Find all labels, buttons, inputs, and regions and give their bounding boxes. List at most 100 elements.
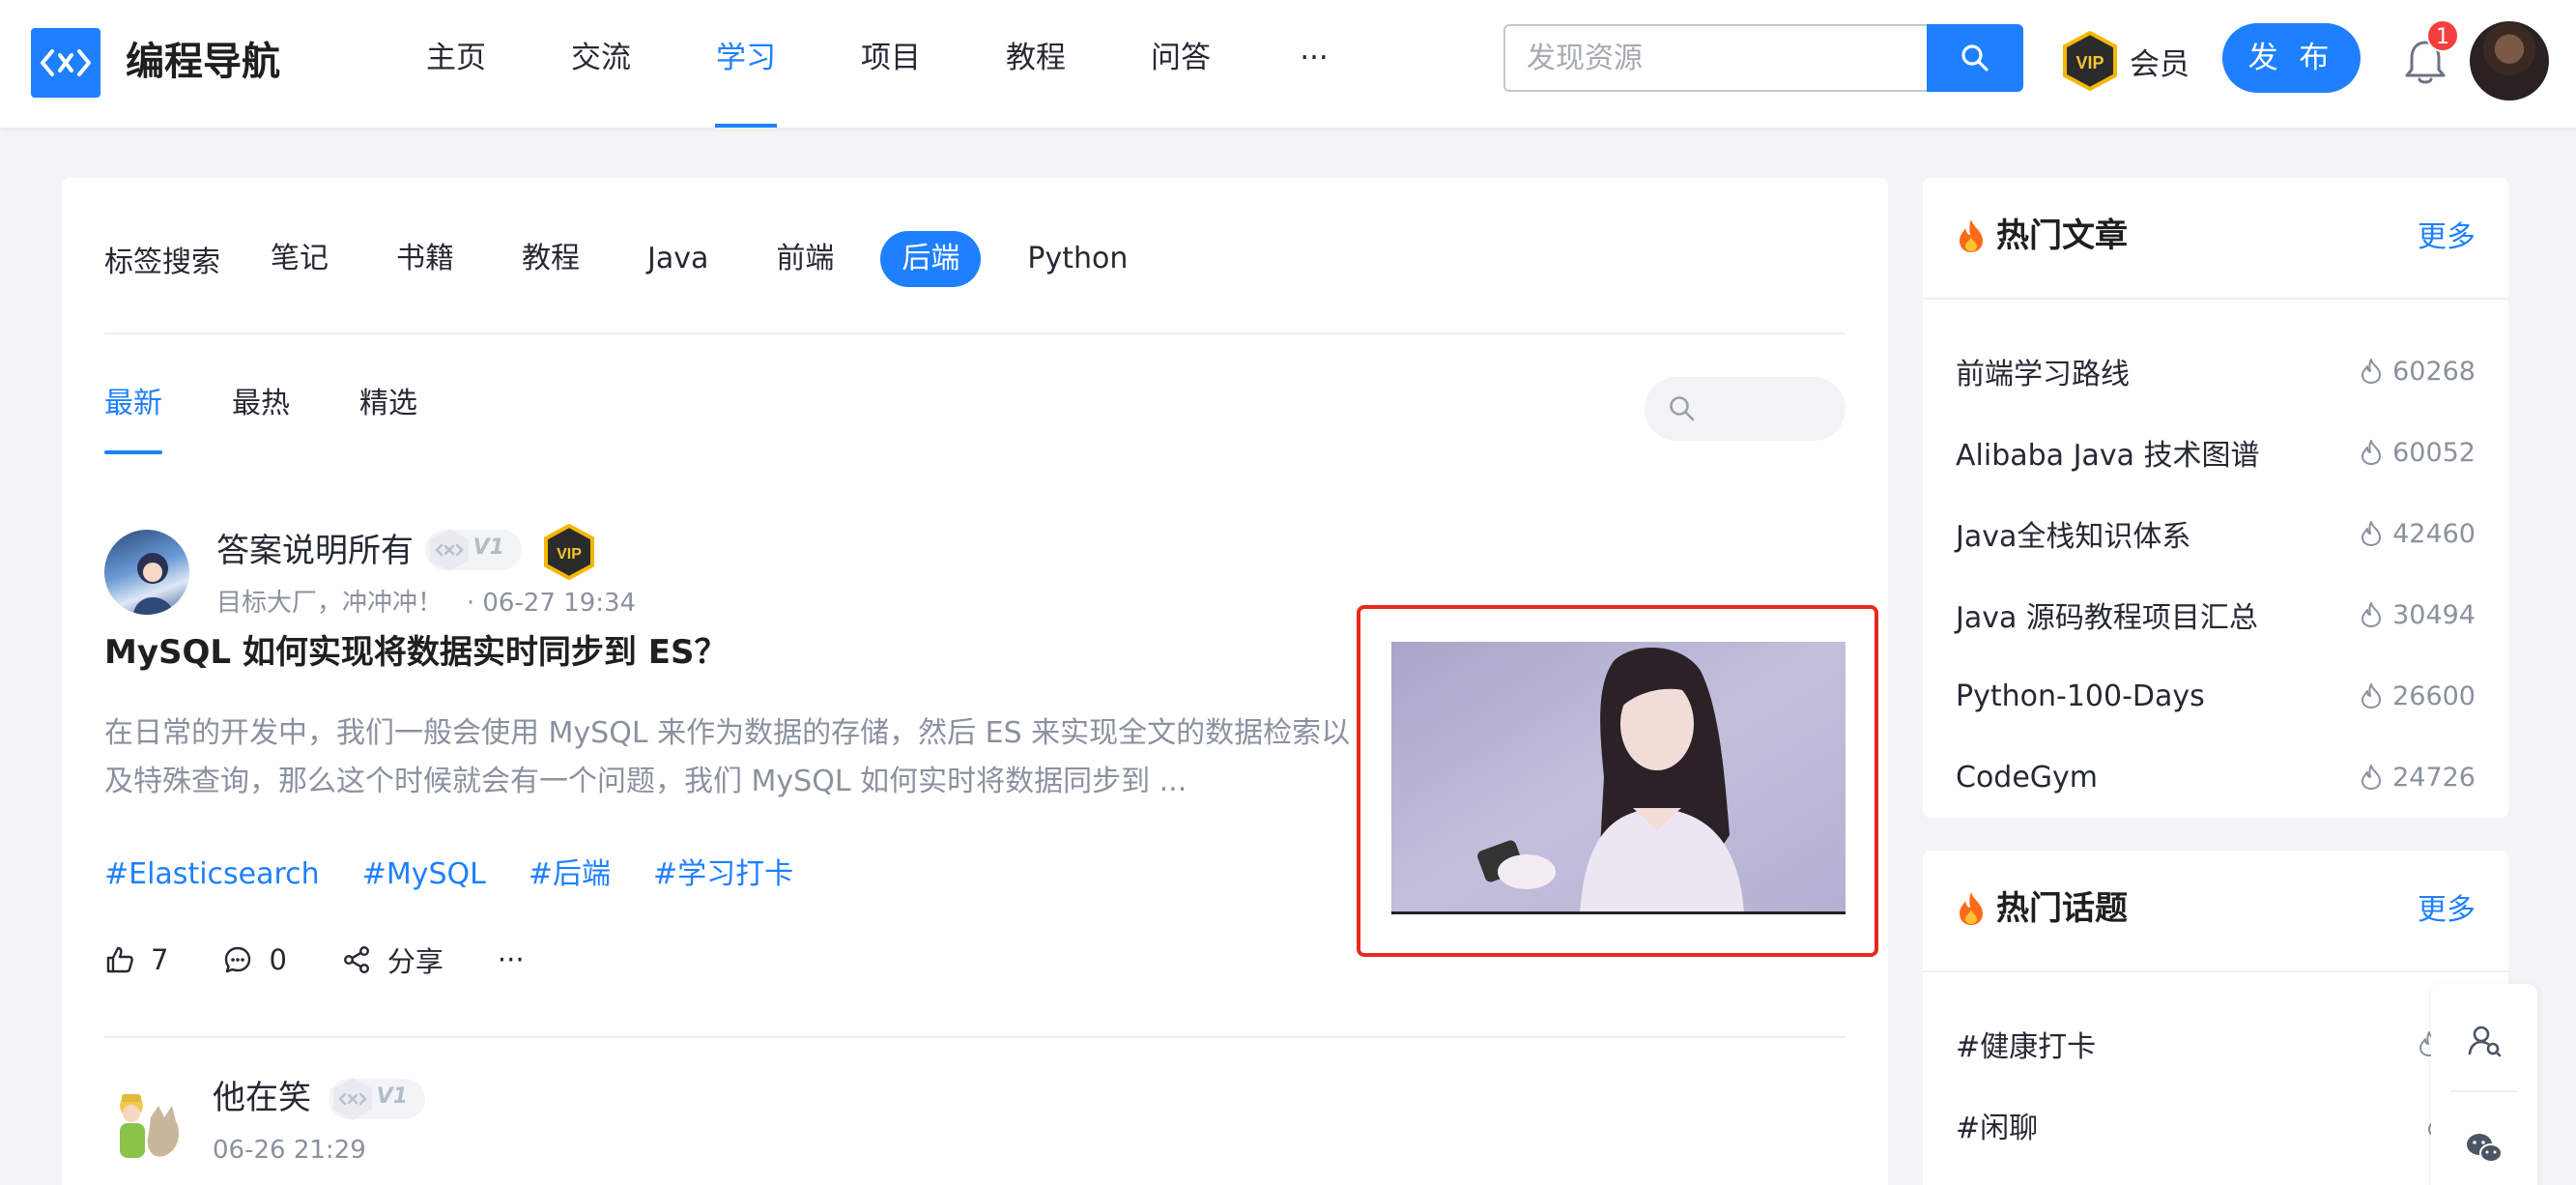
- tab-hottest[interactable]: 最热: [232, 375, 290, 454]
- hot-count: 24726: [2360, 763, 2476, 793]
- search-icon: [1670, 396, 1695, 421]
- like-button[interactable]: 7: [104, 943, 168, 976]
- list-item[interactable]: #闲聊 4: [1956, 1084, 2476, 1166]
- hot-count: 26600: [2360, 681, 2476, 711]
- level-badge: V1: [329, 1078, 425, 1120]
- vip-badge-icon: VIP: [2063, 31, 2117, 91]
- search-icon: [1961, 44, 1989, 72]
- article-tag-link[interactable]: #MySQL: [362, 851, 486, 899]
- nav-item-projects[interactable]: 项目: [860, 0, 922, 128]
- hot-articles-title: 热门文章: [1956, 213, 2128, 259]
- tag-search-label: 标签搜索: [104, 246, 220, 279]
- post-time: 06-26 21:29: [213, 1136, 366, 1165]
- tag-books[interactable]: 书籍: [375, 231, 475, 287]
- tab-featured[interactable]: 精选: [359, 375, 417, 454]
- vip-member-link[interactable]: VIP 会员: [2062, 29, 2190, 93]
- author-avatar[interactable]: [104, 1079, 189, 1164]
- wechat-icon: [2467, 1134, 2503, 1163]
- author-avatar[interactable]: [104, 530, 189, 615]
- tag-notes[interactable]: 笔记: [249, 231, 350, 287]
- sort-tabs: 最新 最热 精选: [104, 375, 487, 454]
- comment-icon: [225, 946, 251, 973]
- article-thumbnail[interactable]: [1391, 642, 1846, 914]
- hot-topics-title: 热门话题: [1956, 885, 2128, 932]
- logo-icon[interactable]: [31, 28, 100, 98]
- tag-python[interactable]: Python: [1006, 231, 1149, 287]
- list-item[interactable]: #健康打卡 1:: [1956, 1003, 2476, 1084]
- nav-item-home[interactable]: 主页: [425, 0, 487, 128]
- hot-topic-title: #闲聊: [1956, 1112, 2039, 1145]
- nav-more-button[interactable]: ···: [1295, 0, 1333, 128]
- share-label: 分享: [386, 945, 444, 978]
- divider: [104, 1036, 1846, 1038]
- hot-count: 60052: [2360, 438, 2476, 468]
- thumbs-up-icon: [106, 946, 133, 973]
- author-name[interactable]: 他在笑: [213, 1075, 311, 1121]
- nav-item-tutorials[interactable]: 教程: [1005, 0, 1067, 128]
- hot-topic-title: #健康打卡: [1956, 1030, 2097, 1064]
- tag-java[interactable]: Java: [626, 231, 730, 287]
- article-tag-link[interactable]: #学习打卡: [653, 851, 793, 899]
- top-header: 编程导航 主页 交流 学习 项目 教程 问答 ··· VIP 会员 发 布 1: [0, 0, 2576, 128]
- list-item[interactable]: Alibaba Java 技术图谱 60052: [1956, 412, 2476, 493]
- article-summary[interactable]: 在日常的开发中，我们一般会使用 MySQL 来作为数据的存储，然后 ES 来实现…: [104, 709, 1360, 806]
- list-item[interactable]: CodeGym 24726: [1956, 737, 2476, 818]
- article-actions: 7 0 分享 ···: [104, 936, 579, 984]
- flame-outline-icon: [2361, 765, 2382, 790]
- hot-topics-card: 热门话题 更多 #健康打卡 1: #闲聊 4: [1923, 851, 2508, 1185]
- hot-count: 42460: [2360, 519, 2476, 549]
- share-button[interactable]: 分享: [341, 939, 444, 980]
- user-avatar[interactable]: [2470, 21, 2549, 101]
- floating-toolbar: [2431, 984, 2537, 1185]
- hot-article-title: Java 源码教程项目汇总: [1956, 601, 2258, 635]
- nav-item-community[interactable]: 交流: [570, 0, 632, 128]
- main-nav: 主页 交流 学习 项目 教程 问答 ···: [425, 0, 1333, 128]
- hot-articles-more-link[interactable]: 更多: [2418, 215, 2476, 261]
- find-user-button[interactable]: [2431, 992, 2537, 1088]
- svg-text:VIP: VIP: [2075, 53, 2104, 72]
- divider: [1923, 970, 2508, 972]
- tag-backend[interactable]: 后端: [880, 231, 982, 287]
- more-actions-button[interactable]: ···: [498, 943, 525, 976]
- vip-badge-icon: VIP: [544, 524, 594, 580]
- list-item[interactable]: Python-100-Days 26600: [1956, 655, 2476, 737]
- tag-frontend[interactable]: 前端: [755, 231, 855, 287]
- divider: [2450, 1090, 2518, 1092]
- notification-count-badge: 1: [2426, 19, 2459, 52]
- article-tag-link[interactable]: #后端: [529, 851, 611, 899]
- tag-tutorials[interactable]: 教程: [501, 231, 601, 287]
- list-item[interactable]: Java全栈知识体系 42460: [1956, 493, 2476, 574]
- flame-outline-icon: [2361, 683, 2382, 708]
- site-name[interactable]: 编程导航: [126, 35, 280, 89]
- flame-outline-icon: [2361, 521, 2382, 546]
- article-tag-link[interactable]: #Elasticsearch: [104, 851, 320, 899]
- hot-article-title: CodeGym: [1956, 760, 2099, 795]
- list-item[interactable]: Java 源码教程项目汇总 30494: [1956, 574, 2476, 655]
- post-time: · 06-27 19:34: [466, 589, 637, 618]
- hot-topics-more-link[interactable]: 更多: [2418, 887, 2476, 934]
- divider: [1923, 298, 2508, 300]
- search-button[interactable]: [1927, 24, 2023, 92]
- like-count: 7: [151, 943, 169, 976]
- wechat-button[interactable]: [2431, 1100, 2537, 1185]
- author-meta: 目标大厂，冲冲冲！ · 06-27 19:34: [216, 586, 636, 621]
- article-title[interactable]: MySQL 如何实现将数据实时同步到 ES？: [104, 628, 1360, 677]
- feed-search-input[interactable]: [1645, 377, 1846, 441]
- list-item[interactable]: 前端学习路线 60268: [1956, 331, 2476, 412]
- author-name[interactable]: 答案说明所有: [216, 528, 414, 574]
- tag-filter-row: 标签搜索 笔记 书籍 教程 Java 前端 后端 Python: [104, 230, 1174, 288]
- nav-item-qa[interactable]: 问答: [1150, 0, 1212, 128]
- tab-latest[interactable]: 最新: [104, 375, 162, 454]
- fire-icon: [1960, 892, 1983, 925]
- hot-count: 60268: [2360, 357, 2476, 387]
- hot-articles-list: 前端学习路线 60268 Alibaba Java 技术图谱 60052 Jav…: [1956, 331, 2476, 818]
- flame-outline-icon: [2361, 359, 2382, 384]
- hot-count: 30494: [2360, 600, 2476, 630]
- fire-icon: [1960, 219, 1983, 252]
- nav-item-study[interactable]: 学习: [715, 0, 777, 128]
- svg-text:VIP: VIP: [557, 546, 582, 563]
- comment-button[interactable]: 0: [222, 943, 287, 976]
- publish-button[interactable]: 发 布: [2222, 23, 2361, 93]
- article-tags: #Elasticsearch #MySQL #后端 #学习打卡: [104, 851, 836, 899]
- resource-search-input[interactable]: [1505, 26, 1927, 90]
